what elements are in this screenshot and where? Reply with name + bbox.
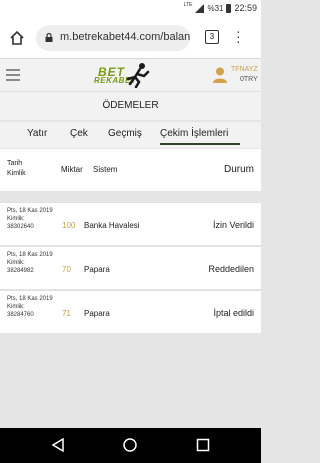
network-type: LTE [183,2,193,8]
row-date: Pts, 18 Kas 2019 [7,252,53,258]
tab-withdrawal-transactions[interactable]: Çekim İşlemleri [160,128,240,145]
row-amount: 100 [62,221,76,230]
row-system: Papara [84,309,110,318]
row-amount: 71 [62,309,71,318]
status-bar: LTE %31 22:59 [0,0,261,18]
browser-toolbar: m.betrekabet44.com/balan 3 · · · [0,18,261,59]
url-text: m.betrekabet44.com/balan [60,31,190,43]
user-avatar-icon[interactable] [213,67,227,83]
row-id-label: Kimlik: [7,216,25,222]
home-icon[interactable] [9,30,25,46]
row-system: Papara [84,265,110,274]
row-id-label: Kimlik: [7,304,25,310]
more-menu-icon[interactable]: · · · [236,24,241,48]
tab-history[interactable]: Geçmiş [108,128,142,139]
tab-withdraw[interactable]: Çek [70,128,88,139]
recents-icon[interactable] [196,438,210,452]
row-date-block: Pts, 18 Kas 2019 Kimlik: 38284982 [7,251,57,285]
table-row: Pts, 18 Kas 2019 Kimlik: 38284982 70 Pap… [0,246,261,289]
row-id: 38284982 [7,268,34,274]
row-status: İzin Verildi [212,220,254,230]
signal-icon [195,3,205,13]
row-date: Pts, 18 Kas 2019 [7,296,53,302]
payment-tabs: Yatır Çek Geçmiş Çekim İşlemleri [0,122,261,148]
username[interactable]: TFNAYZ [231,66,258,73]
site-header: BET REKABET TFNAYZ 0TRY [0,59,261,92]
header-status: Durum [223,164,254,175]
home-nav-icon[interactable] [123,438,137,452]
row-system: Banka Havalesi [84,221,140,230]
battery-icon [226,3,232,13]
table-row: Pts, 18 Kas 2019 Kimlik: 38284760 71 Pap… [0,290,261,333]
row-id-label: Kimlik: [7,260,25,266]
table-row: Pts, 18 Kas 2019 Kimlik: 38302640 100 Ba… [0,202,261,245]
page-title: ÖDEMELER [0,92,261,120]
lock-icon [45,33,53,42]
site-logo[interactable]: BET REKABET [84,61,156,89]
header-amount: Miktar [61,165,83,174]
row-date-block: Pts, 18 Kas 2019 Kimlik: 38302640 [7,207,57,241]
clock: 22:59 [234,3,257,13]
header-date: Tarih [7,160,23,167]
row-id: 38302640 [7,224,34,230]
system-navigation-bar [0,428,261,463]
row-status: İptal edildi [213,308,254,318]
runner-icon [126,63,150,88]
tab-deposit[interactable]: Yatır [27,128,47,139]
header-system: Sistem [93,165,118,174]
battery-percent: %31 [207,3,224,13]
row-date: Pts, 18 Kas 2019 [7,208,53,214]
hamburger-menu-icon[interactable] [6,69,20,84]
header-id: Kimlik [7,170,26,177]
table-header: Tarih Kimlik Miktar Sistem Durum [0,149,261,191]
address-bar[interactable]: m.betrekabet44.com/balan [36,25,190,51]
back-icon[interactable] [51,438,65,452]
tab-switcher-button[interactable]: 3 [205,30,219,44]
row-status: Reddedilen [208,264,254,274]
row-amount: 70 [62,265,71,274]
row-date-block: Pts, 18 Kas 2019 Kimlik: 38284760 [7,295,57,329]
balance: 0TRY [240,76,258,83]
row-id: 38284760 [7,312,34,318]
